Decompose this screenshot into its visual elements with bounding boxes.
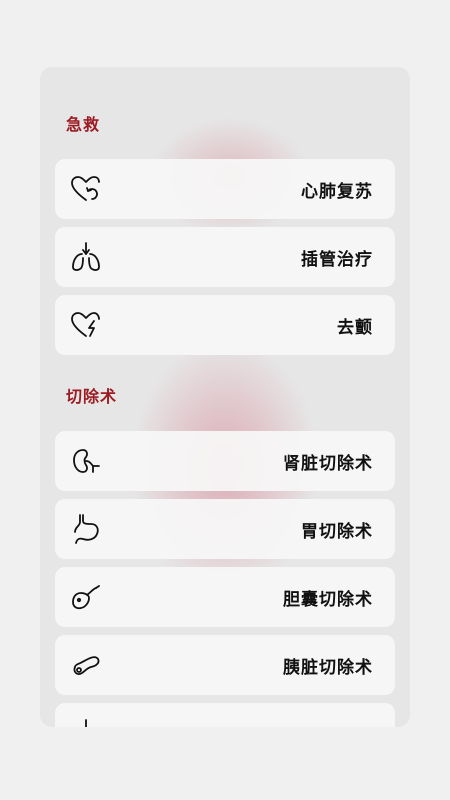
item-label: 胃切除术 [301,521,373,542]
gallbladder-icon [67,578,105,616]
section-title-resection: 切除术 [66,387,118,406]
partially-hidden-icon [67,714,105,727]
list-item-cholecystectomy[interactable]: 胆囊切除术 [55,567,395,627]
item-label: 胆囊切除术 [283,589,373,610]
item-label: 胰脏切除术 [283,657,373,678]
heart-bolt-icon [67,306,105,344]
list-item-nephrectomy[interactable]: 肾脏切除术 [55,431,395,491]
heart-refresh-icon [67,170,105,208]
lungs-intubation-icon [67,238,105,276]
app-screen: 急救 心肺复苏 插管治疗 去颤 切除术 肾脏切除术 胃切除术 胆囊切除术 胰脏切… [0,0,450,800]
list-item-gastrectomy[interactable]: 胃切除术 [55,499,395,559]
pancreas-icon [67,646,105,684]
kidney-icon [67,442,105,480]
list-item-defibrillation[interactable]: 去颤 [55,295,395,355]
list-item-cpr[interactable]: 心肺复苏 [55,159,395,219]
item-label: 去颤 [337,317,373,338]
stomach-icon [67,510,105,548]
item-label: 肾脏切除术 [283,453,373,474]
item-label: 插管治疗 [301,249,373,270]
list-item-pancreatectomy[interactable]: 胰脏切除术 [55,635,395,695]
item-label: 心肺复苏 [301,181,373,202]
section-title-first-aid: 急救 [66,115,101,134]
list-item-intubation[interactable]: 插管治疗 [55,227,395,287]
procedures-panel: 急救 心肺复苏 插管治疗 去颤 切除术 肾脏切除术 胃切除术 胆囊切除术 胰脏切… [40,67,410,727]
list-item-partially-hidden[interactable] [55,703,395,727]
